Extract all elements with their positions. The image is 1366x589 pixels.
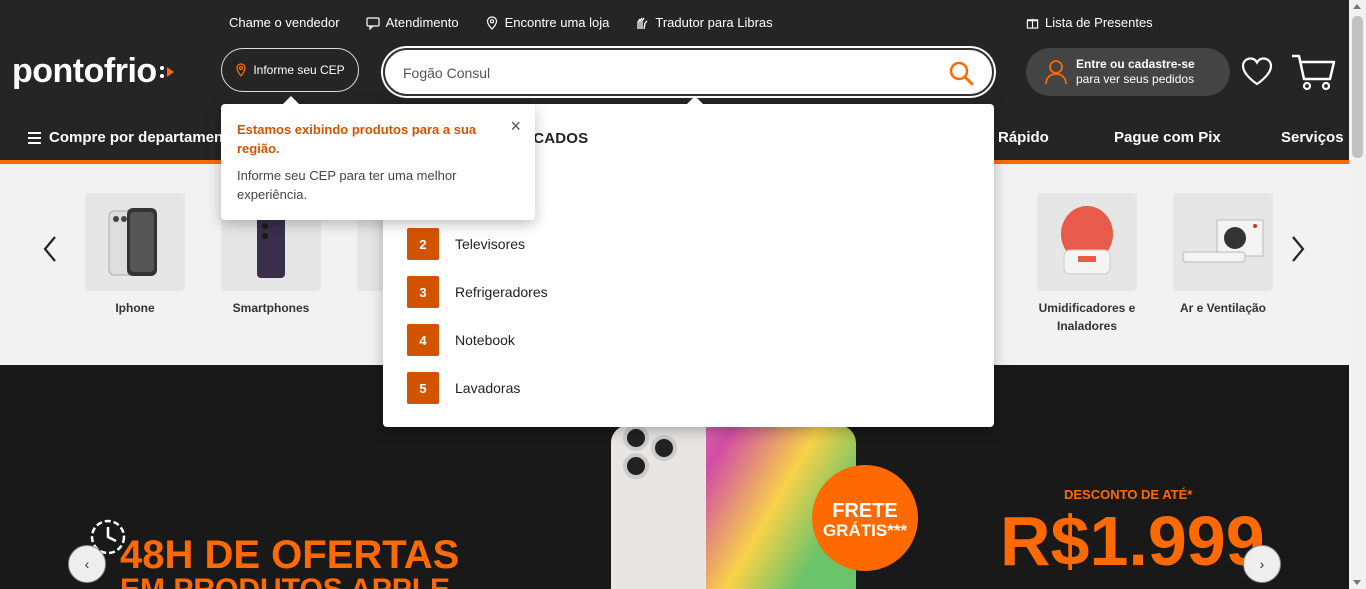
tooltip-body: Informe seu CEP para ter uma melhor expe… [237,168,457,202]
banner-prev-button[interactable]: ‹ [68,545,106,583]
chat-icon [365,16,380,30]
humidifier-image [1037,193,1137,291]
gift-icon [1026,18,1039,29]
suggestion-item[interactable]: 2 Televisores [407,228,525,260]
suggestion-item[interactable]: 3 Refrigeradores [407,276,548,308]
cart-icon[interactable] [1290,52,1336,92]
support-link[interactable]: Atendimento [365,15,459,30]
free-shipping-badge: FRETE GRÁTIS*** [812,465,918,571]
departments-menu-button[interactable]: Compre por departamento [28,129,237,146]
search-bar [383,48,994,96]
user-icon [1045,60,1067,85]
location-pin-icon [486,15,497,30]
logo-arrow-mark [166,66,174,77]
pontofrio-logo[interactable]: pontofrio [12,52,174,91]
scroll-up-icon[interactable] [1353,4,1361,9]
camera-lens [623,425,649,451]
discount-label: DESCONTO DE ATÉ* [1064,487,1193,502]
search-input[interactable] [403,62,923,84]
suggestion-item[interactable]: 5 Lavadoras [407,372,520,404]
location-pin-icon [236,63,246,77]
heart-icon[interactable] [1240,56,1274,86]
rank-badge: 2 [407,228,439,260]
hands-icon [637,17,648,29]
rank-badge: 4 [407,324,439,356]
iphone-camera-module [611,425,706,589]
category-item[interactable]: Iphone [85,193,185,317]
camera-lens [623,453,649,479]
page-scrollbar[interactable] [1349,0,1366,589]
iphone-image [85,193,185,291]
suggestion-item[interactable]: 4 Notebook [407,324,515,356]
banner-next-button[interactable]: › [1243,545,1281,583]
promo-price: R$1.999 [1000,502,1265,580]
rank-badge: 3 [407,276,439,308]
chevron-right-icon[interactable] [1290,234,1306,264]
category-item[interactable]: Umidificadores e Inaladores [1037,193,1137,335]
air-conditioner-image [1173,193,1273,291]
rank-badge: 5 [407,372,439,404]
find-store-link[interactable]: Encontre uma loja [485,15,609,30]
promo-subheadline: EM PRODUTOS APPLE [120,573,450,589]
logo-colon-mark [159,65,164,78]
cep-tooltip: Estamos exibindo produtos para a sua reg… [221,96,535,220]
dropdown-caret [687,96,703,104]
cep-button[interactable]: Informe seu CEP [221,48,359,92]
search-icon[interactable] [948,60,974,86]
top-nav: Chame o vendedor Atendimento Encontre um… [229,15,773,30]
hamburger-icon [28,131,41,144]
account-button[interactable]: Entre ou cadastre-se para ver seus pedid… [1026,48,1230,96]
camera-lens [651,435,677,461]
call-seller-link[interactable]: Chame o vendedor [229,15,340,30]
promo-headline: 48H DE OFERTAS [120,533,460,577]
gift-list-link[interactable]: Lista de Presentes [1026,15,1153,30]
nav-link-rapido[interactable]: Rápido [998,129,1049,146]
tooltip-caret [283,96,299,104]
scrollbar-thumb[interactable] [1352,16,1363,158]
chevron-left-icon[interactable] [42,234,58,264]
account-text: Entre ou cadastre-se para ver seus pedid… [1076,57,1195,86]
nav-link-services[interactable]: Serviços [1281,129,1344,146]
category-item[interactable]: Ar e Ventilação [1173,193,1273,317]
scroll-down-icon[interactable] [1353,580,1361,585]
libras-translator-link[interactable]: Tradutor para Libras [635,15,773,30]
tooltip-heading: Estamos exibindo produtos para a sua reg… [237,122,477,156]
nav-link-pix[interactable]: Pague com Pix [1114,129,1221,146]
close-icon[interactable]: × [510,116,521,137]
site-header: Chame o vendedor Atendimento Encontre um… [0,0,1349,112]
